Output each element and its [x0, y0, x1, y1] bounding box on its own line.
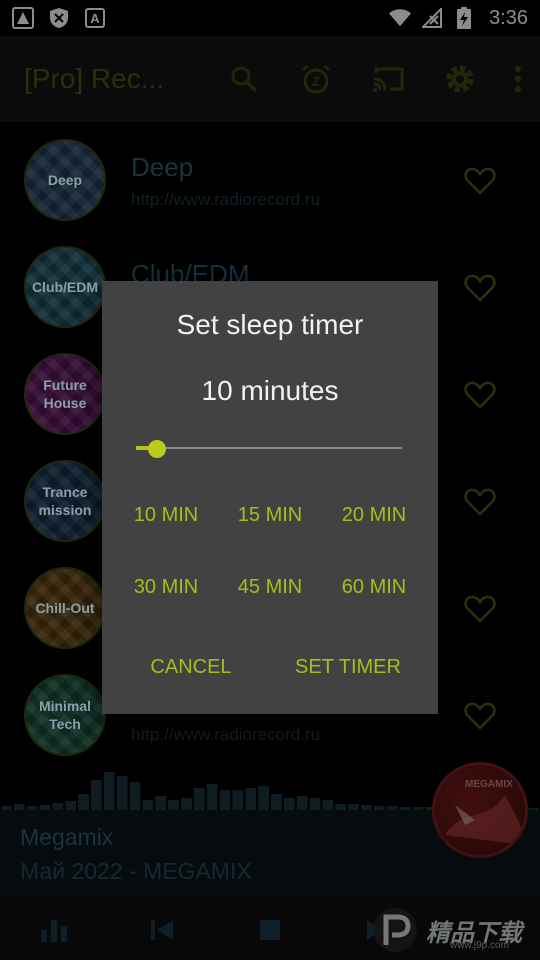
preset-10-min-button[interactable]: 10 MIN	[114, 493, 218, 537]
preset-30-min-button[interactable]: 30 MIN	[114, 565, 218, 609]
preset-20-min-button[interactable]: 20 MIN	[322, 493, 426, 537]
sleep-timer-dialog: Set sleep timer 10 minutes 10 MIN 15 MIN…	[102, 281, 438, 714]
slider-track	[136, 447, 402, 449]
cancel-button[interactable]: CANCEL	[138, 645, 244, 689]
preset-45-min-button[interactable]: 45 MIN	[218, 565, 322, 609]
preset-60-min-button[interactable]: 60 MIN	[322, 565, 426, 609]
dialog-actions: CANCEL SET TIMER	[102, 645, 438, 689]
timer-slider[interactable]	[136, 437, 402, 461]
dialog-title: Set sleep timer	[176, 309, 364, 340]
preset-grid: 10 MIN 15 MIN 20 MIN 30 MIN 45 MIN 60 MI…	[114, 493, 426, 609]
timer-value: 10 minutes	[201, 375, 339, 406]
slider-thumb[interactable]	[148, 440, 167, 458]
set-timer-button[interactable]: SET TIMER	[288, 645, 408, 689]
preset-15-min-button[interactable]: 15 MIN	[218, 493, 322, 537]
